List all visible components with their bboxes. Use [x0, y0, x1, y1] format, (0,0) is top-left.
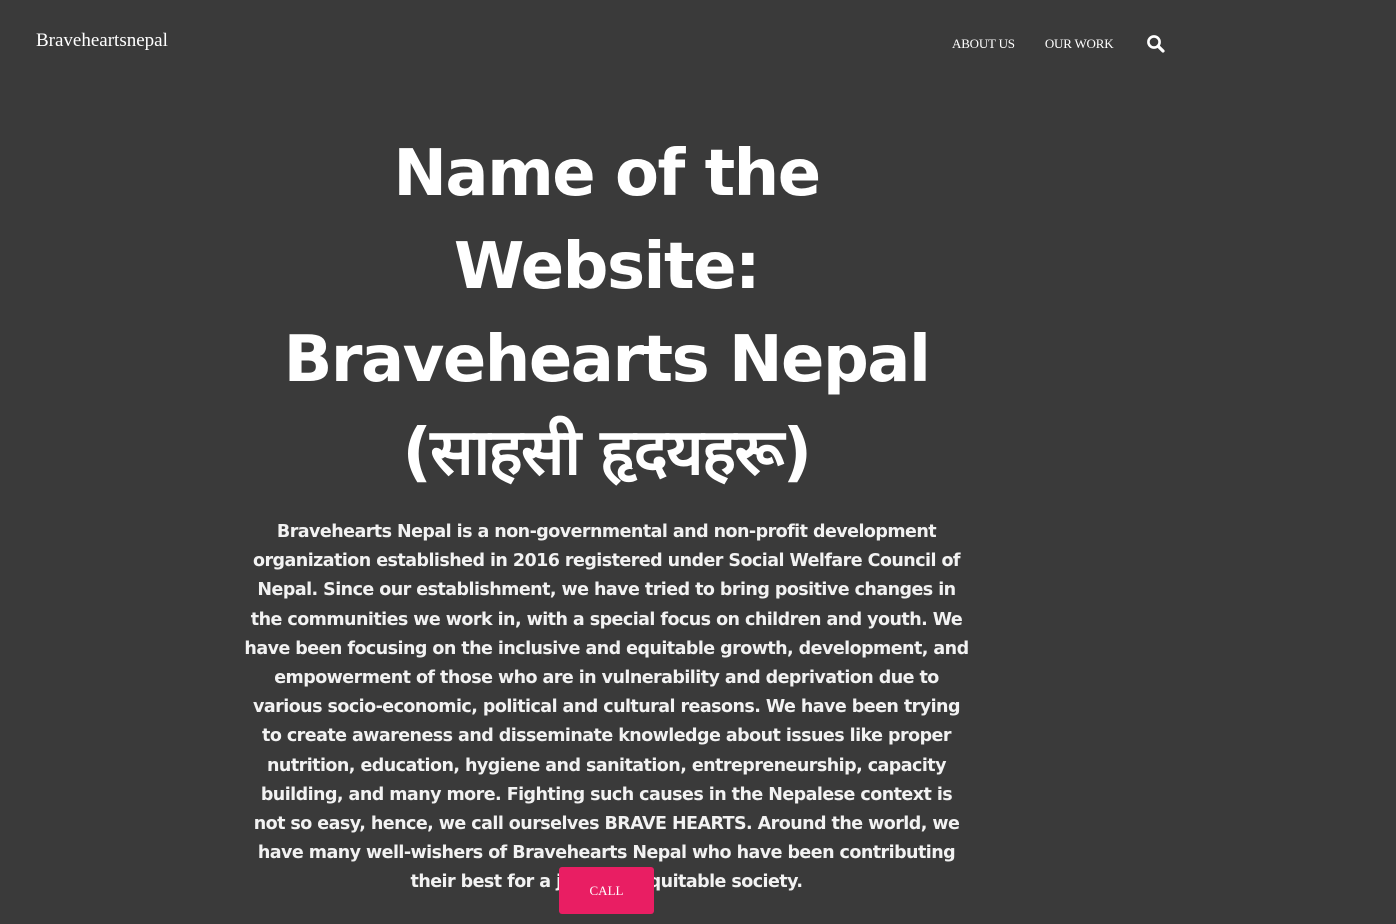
site-title[interactable]: Braveheartsnepal — [36, 30, 168, 52]
main-nav: ABOUT US OUR WORK — [952, 34, 1166, 54]
nav-about-us[interactable]: ABOUT US — [952, 36, 1015, 52]
hero-description: Bravehearts Nepal is a non-governmental … — [244, 522, 969, 893]
call-button[interactable]: CALL — [559, 867, 654, 914]
search-icon[interactable] — [1146, 34, 1166, 54]
hero-title: Name of the Website: Bravehearts Nepal (… — [283, 137, 931, 490]
nav-our-work[interactable]: OUR WORK — [1045, 36, 1114, 52]
hero-section: Name of the Website: Bravehearts Nepal (… — [240, 128, 973, 898]
